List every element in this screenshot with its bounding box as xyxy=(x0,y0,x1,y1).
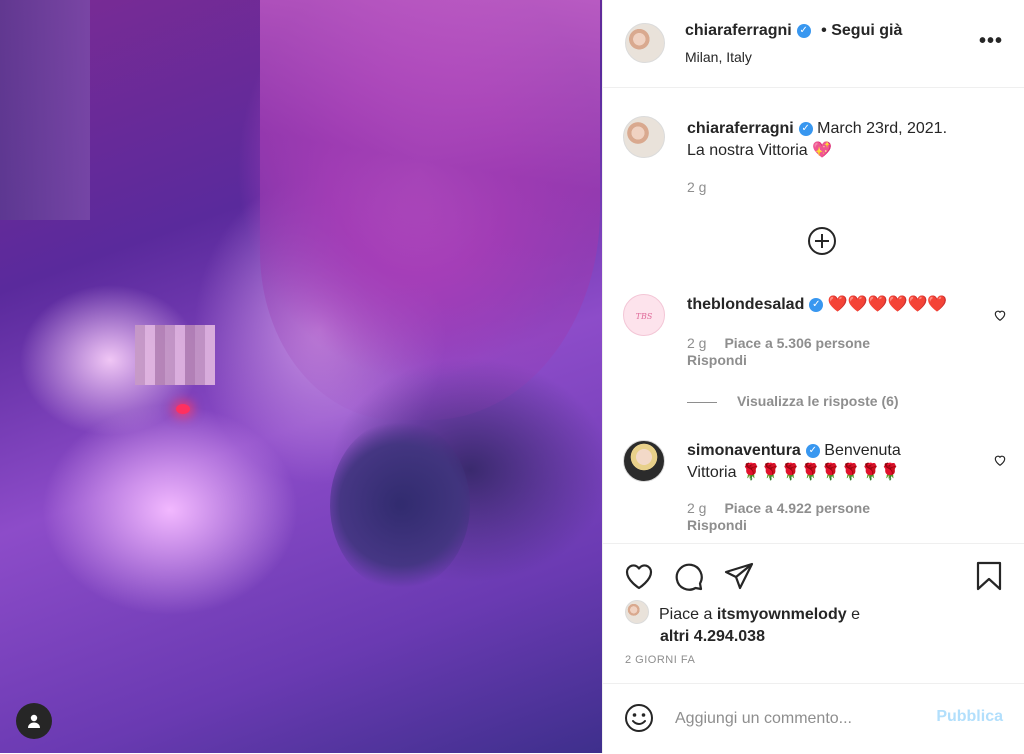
liker-username[interactable]: itsmyownmelody xyxy=(717,606,847,623)
liker-avatar[interactable] xyxy=(625,600,649,624)
photo-tattoo-area xyxy=(330,420,470,590)
follow-status[interactable]: • Segui già xyxy=(821,22,902,39)
tagged-user-icon[interactable] xyxy=(16,703,52,739)
comment-age[interactable]: 2 g xyxy=(687,335,706,351)
save-bookmark-icon[interactable] xyxy=(973,560,1005,592)
header-title: chiaraferragni ✓ • Segui già xyxy=(685,22,902,40)
photo-hair-area xyxy=(260,0,600,420)
view-replies-button[interactable]: Visualizza le risposte (6) xyxy=(687,393,899,409)
caption-text: chiaraferragni ✓ March 23rd, 2021. La nos… xyxy=(687,118,1007,162)
like-comment-heart-icon[interactable] xyxy=(993,308,1007,322)
likes-others[interactable]: altri 4.294.038 xyxy=(660,628,765,645)
verified-badge-icon: ✓ xyxy=(798,121,813,136)
comment-meta: 2 g Piace a 5.306 persone xyxy=(687,335,870,351)
likes-prefix: Piace a xyxy=(659,606,717,623)
comment-input[interactable] xyxy=(673,704,922,734)
comment-author[interactable]: simonaventura xyxy=(687,442,801,459)
comment-meta: 2 g Piace a 4.922 persone xyxy=(687,500,870,516)
author-username[interactable]: chiaraferragni xyxy=(685,22,792,39)
posted-time[interactable]: 2 GIORNI FA xyxy=(625,654,695,666)
comment-text: theblondesalad ✓ ❤️❤️❤️❤️❤️❤️ xyxy=(687,294,947,316)
post-side-panel: chiaraferragni ✓ • Segui già Milan, Italy… xyxy=(602,0,1024,753)
caption-line-2: La nostra Vittoria 💖 xyxy=(687,142,833,159)
like-comment-heart-icon[interactable] xyxy=(993,453,1007,467)
verified-badge-icon: ✓ xyxy=(809,297,824,312)
post-header: chiaraferragni ✓ • Segui già Milan, Italy… xyxy=(603,0,1024,88)
verified-badge-icon: ✓ xyxy=(805,443,820,458)
emoji-smiley-icon[interactable] xyxy=(623,702,655,734)
publish-button[interactable]: Pubblica xyxy=(936,708,1003,726)
comment-likes[interactable]: Piace a 4.922 persone xyxy=(724,500,870,516)
caption-age[interactable]: 2 g xyxy=(687,179,706,195)
photo-background-shape xyxy=(0,0,90,220)
comment-author[interactable]: theblondesalad xyxy=(687,296,804,313)
add-comment-bar: Pubblica xyxy=(603,683,1024,754)
comment-body-line-1: Benvenuta xyxy=(824,442,901,459)
comment-likes[interactable]: Piace a 5.306 persone xyxy=(724,335,870,351)
share-paper-plane-icon[interactable] xyxy=(723,560,755,592)
like-heart-icon[interactable] xyxy=(623,560,655,592)
comment-avatar[interactable] xyxy=(623,440,665,482)
comment-avatar[interactable]: TBS xyxy=(623,294,665,336)
more-options-icon[interactable]: ••• xyxy=(979,31,1003,51)
photo-pixelated-face xyxy=(135,325,215,385)
load-more-comments-icon[interactable] xyxy=(807,226,837,256)
svg-text:TBS: TBS xyxy=(636,312,653,321)
photo-red-light xyxy=(176,404,190,414)
comments-section[interactable]: chiaraferragni ✓ March 23rd, 2021. La nos… xyxy=(603,88,1024,543)
reply-button[interactable]: Rispondi xyxy=(687,352,747,368)
reply-button[interactable]: Rispondi xyxy=(687,517,747,533)
comment-body: ❤️❤️❤️❤️❤️❤️ xyxy=(827,296,948,313)
post-photo[interactable] xyxy=(0,0,602,753)
caption-author[interactable]: chiaraferragni xyxy=(687,120,794,137)
likes-summary: Piace a itsmyownmelody e altri 4.294.038 xyxy=(625,600,860,648)
post-location[interactable]: Milan, Italy xyxy=(685,49,752,65)
comment-text: simonaventura ✓ Benvenuta Vittoria 🌹🌹🌹🌹🌹🌹… xyxy=(687,440,901,484)
verified-badge-icon: ✓ xyxy=(796,23,811,38)
caption-avatar[interactable] xyxy=(623,116,665,158)
comment-body-line-2: Vittoria 🌹🌹🌹🌹🌹🌹🌹🌹 xyxy=(687,464,901,481)
post-actions: Piace a itsmyownmelody e altri 4.294.038… xyxy=(603,543,1024,684)
caption-line-1: March 23rd, 2021. xyxy=(817,120,948,137)
likes-suffix: e xyxy=(846,606,860,623)
comment-age[interactable]: 2 g xyxy=(687,500,706,516)
author-avatar[interactable] xyxy=(625,23,665,63)
comment-bubble-icon[interactable] xyxy=(673,560,705,592)
